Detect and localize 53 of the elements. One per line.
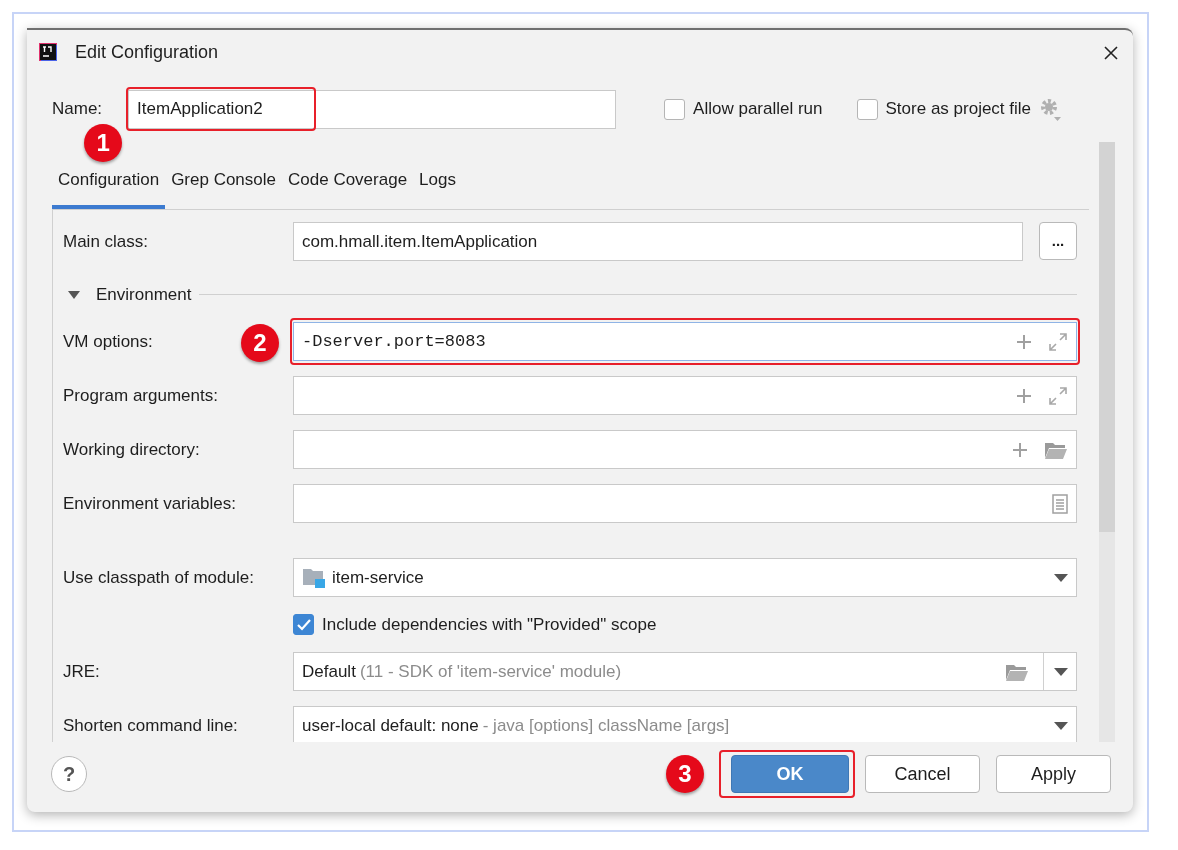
field-label: Environment variables:	[63, 493, 236, 513]
tab[interactable]: Grep Console	[165, 159, 282, 209]
checkbox[interactable]	[856, 98, 878, 120]
tab[interactable]: Configuration	[52, 159, 166, 209]
name-field[interactable]: ItemApplication2	[128, 89, 617, 129]
expand-icon	[1048, 331, 1068, 352]
plus-icon	[1016, 333, 1032, 350]
checkbox[interactable]	[293, 614, 314, 635]
input-field[interactable]	[293, 484, 1077, 523]
step-marker: 3	[666, 755, 704, 793]
field-label: Name:	[52, 98, 103, 121]
module-folder-icon	[302, 566, 326, 589]
expand-icon	[1048, 385, 1068, 406]
input-field[interactable]	[293, 376, 1077, 415]
checkmark-icon	[296, 618, 311, 631]
dropdown-caret-icon	[1054, 667, 1068, 676]
step-marker: 2	[241, 324, 279, 362]
close-icon	[1103, 44, 1119, 61]
dropdown-caret-icon	[1054, 721, 1068, 730]
field-label: JRE:	[63, 661, 100, 681]
tab[interactable]: Code Coverage	[282, 159, 414, 209]
step-marker: 1	[84, 123, 123, 162]
dropdown-field[interactable]: Default (11 - SDK of 'item-service' module)	[293, 652, 1077, 691]
dropdown-field[interactable]: user-local default: none - java [options] className [args]	[293, 706, 1077, 742]
document-icon	[1052, 493, 1068, 514]
app-logo-icon	[37, 41, 59, 63]
window-title: Edit Configuration	[75, 40, 219, 64]
section-toggle[interactable]	[68, 289, 80, 300]
plus-icon	[1016, 387, 1032, 404]
field-label: Main class:	[63, 231, 149, 251]
ok-button[interactable]: OK	[731, 755, 849, 793]
input-field[interactable]	[293, 430, 1077, 469]
dropdown-caret-icon	[1054, 573, 1068, 582]
checkbox-label: Include dependencies with "Provided" scope	[322, 613, 657, 636]
input-field[interactable]: com.hmall.item.ItemApplication	[293, 222, 1023, 261]
field-label: Shorten command line:	[63, 715, 238, 735]
browse-button[interactable]: ...	[1039, 222, 1077, 260]
field-label: Program arguments:	[63, 385, 218, 405]
checkbox-label: Store as project file	[885, 98, 1032, 121]
checkbox-label: Allow parallel run	[693, 98, 823, 121]
field-label: Use classpath of module:	[63, 567, 254, 587]
field-label: VM options:	[63, 331, 153, 351]
input-field[interactable]: -Dserver.port=8083	[293, 322, 1077, 361]
plus-icon	[1012, 441, 1028, 458]
checkbox[interactable]	[664, 98, 686, 120]
dialog-button[interactable]: Cancel	[865, 755, 980, 793]
tab[interactable]: Logs	[413, 159, 462, 209]
dropdown-field[interactable]: item-service	[293, 558, 1077, 597]
field-label: Working directory:	[63, 439, 200, 459]
help-button[interactable]: ?	[51, 756, 87, 792]
dialog-button[interactable]: Apply	[996, 755, 1111, 793]
section-title: Environment	[96, 283, 192, 306]
settings-icon	[1039, 97, 1062, 121]
